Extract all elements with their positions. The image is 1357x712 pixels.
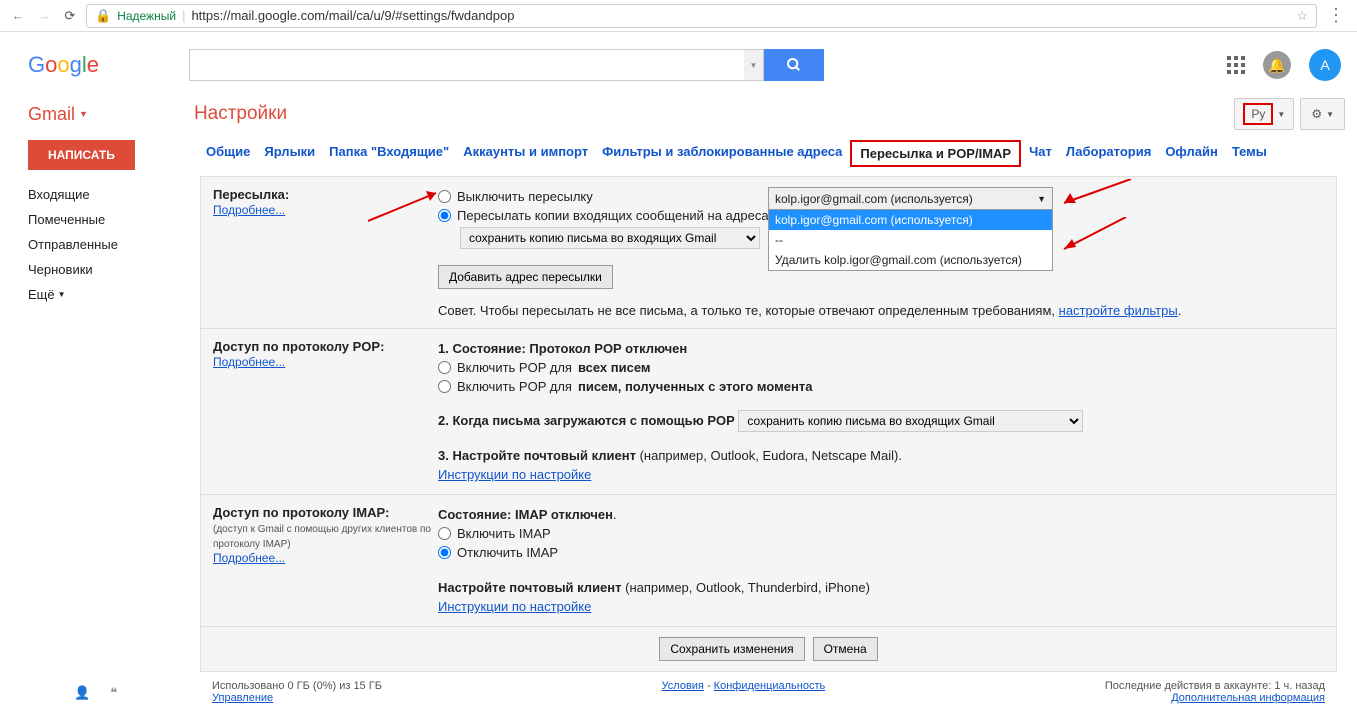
forward-address-dropdown[interactable]: kolp.igor@gmail.com (используется)▼ kolp… [768,187,1053,271]
tab-accounts[interactable]: Аккаунты и импорт [457,140,594,167]
compose-button[interactable]: НАПИСАТЬ [28,140,135,170]
combo-option-selected[interactable]: kolp.igor@gmail.com (используется) [769,210,1052,230]
forwarding-tip: Совет. Чтобы пересылать не все письма, а… [438,303,1324,318]
search-button[interactable] [764,49,824,81]
avatar[interactable]: А [1309,49,1341,81]
sidebar-item-starred[interactable]: Помеченные [28,207,200,232]
radio-imap-enable[interactable] [438,527,451,540]
privacy-link[interactable]: Конфиденциальность [714,680,826,692]
pop-label: Доступ по протоколу POP: [213,339,384,354]
settings-gear-button[interactable]: ⚙▼ [1300,98,1345,130]
combo-option-divider: -- [769,230,1052,250]
gear-icon: ⚙ [1311,107,1322,121]
radio-pop-now[interactable] [438,380,451,393]
manage-storage-link[interactable]: Управление [212,692,273,704]
add-forward-address-button[interactable]: Добавить адрес пересылки [438,265,613,289]
tab-labs[interactable]: Лаборатория [1060,140,1157,167]
details-link[interactable]: Дополнительная информация [1171,692,1325,704]
imap-learn-more[interactable]: Подробнее... [213,551,285,565]
sidebar-item-drafts[interactable]: Черновики [28,257,200,282]
cancel-button[interactable]: Отмена [813,637,878,661]
notifications-icon[interactable]: 🔔 [1263,51,1291,79]
person-icon[interactable]: 👤 [74,685,90,701]
radio-forward-copies[interactable] [438,209,451,222]
apps-icon[interactable] [1227,56,1245,74]
search-options-dropdown[interactable]: ▼ [744,49,764,81]
terms-link[interactable]: Условия [662,680,704,692]
tab-filters[interactable]: Фильтры и заблокированные адреса [596,140,848,167]
search-input[interactable] [189,49,744,81]
tab-offline[interactable]: Офлайн [1159,140,1224,167]
sidebar-item-more[interactable]: Ещё▼ [28,282,200,307]
search-icon [786,57,802,73]
forwarding-learn-more[interactable]: Подробнее... [213,203,285,217]
secure-label: Надежный [117,9,176,23]
save-button[interactable]: Сохранить изменения [659,637,804,661]
imap-instructions-link[interactable]: Инструкции по настройке [438,599,591,614]
language-button[interactable]: Ру▼ [1234,98,1294,130]
sidebar-item-inbox[interactable]: Входящие [28,182,200,207]
settings-tabs: Общие Ярлыки Папка "Входящие" Аккаунты и… [200,140,1337,172]
configure-filters-link[interactable]: настройте фильтры [1059,303,1178,318]
star-icon[interactable]: ☆ [1296,8,1308,24]
forwarding-label: Пересылка: [213,187,289,202]
url-text: https://mail.google.com/mail/ca/u/9/#set… [191,8,514,23]
browser-menu-icon[interactable]: ⋮ [1323,5,1349,26]
radio-disable-forwarding-label: Выключить пересылку [457,189,593,204]
radio-disable-forwarding[interactable] [438,190,451,203]
radio-pop-all[interactable] [438,361,451,374]
hangouts-icon[interactable]: ❝ [110,685,117,701]
pop-instructions-link[interactable]: Инструкции по настройке [438,467,591,482]
imap-sublabel: (доступ к Gmail с помощью других клиенто… [213,524,431,550]
url-bar[interactable]: 🔒 Надежный | https://mail.google.com/mai… [86,4,1317,28]
gmail-dropdown[interactable]: Gmail▼ [28,104,88,125]
google-logo[interactable]: Google [28,52,99,78]
sidebar-item-sent[interactable]: Отправленные [28,232,200,257]
storage-text: Использовано 0 ГБ (0%) из 15 ГБ [212,680,382,692]
pop-download-select[interactable]: сохранить копию письма во входящих Gmail [738,410,1083,432]
reload-icon[interactable]: ⟳ [60,6,80,26]
tab-themes[interactable]: Темы [1226,140,1273,167]
tab-inbox[interactable]: Папка "Входящие" [323,140,455,167]
back-icon[interactable]: ← [8,6,28,26]
forward-keep-select[interactable]: сохранить копию письма во входящих Gmail [460,227,760,249]
tab-labels[interactable]: Ярлыки [258,140,321,167]
pop-learn-more[interactable]: Подробнее... [213,355,285,369]
imap-label: Доступ по протоколу IMAP: [213,505,389,520]
tab-forwarding-pop-imap[interactable]: Пересылка и POP/IMAP [850,140,1021,167]
radio-forward-copies-label: Пересылать копии входящих сообщений на а… [457,208,769,223]
forward-icon: → [34,6,54,26]
combo-option-delete[interactable]: Удалить kolp.igor@gmail.com (используетс… [769,250,1052,270]
tab-general[interactable]: Общие [200,140,256,167]
radio-imap-disable[interactable] [438,546,451,559]
last-activity-text: Последние действия в аккаунте: 1 ч. наза… [1105,680,1325,692]
lock-icon: 🔒 [95,8,111,24]
tab-chat[interactable]: Чат [1023,140,1058,167]
page-title: Настройки [194,103,287,125]
